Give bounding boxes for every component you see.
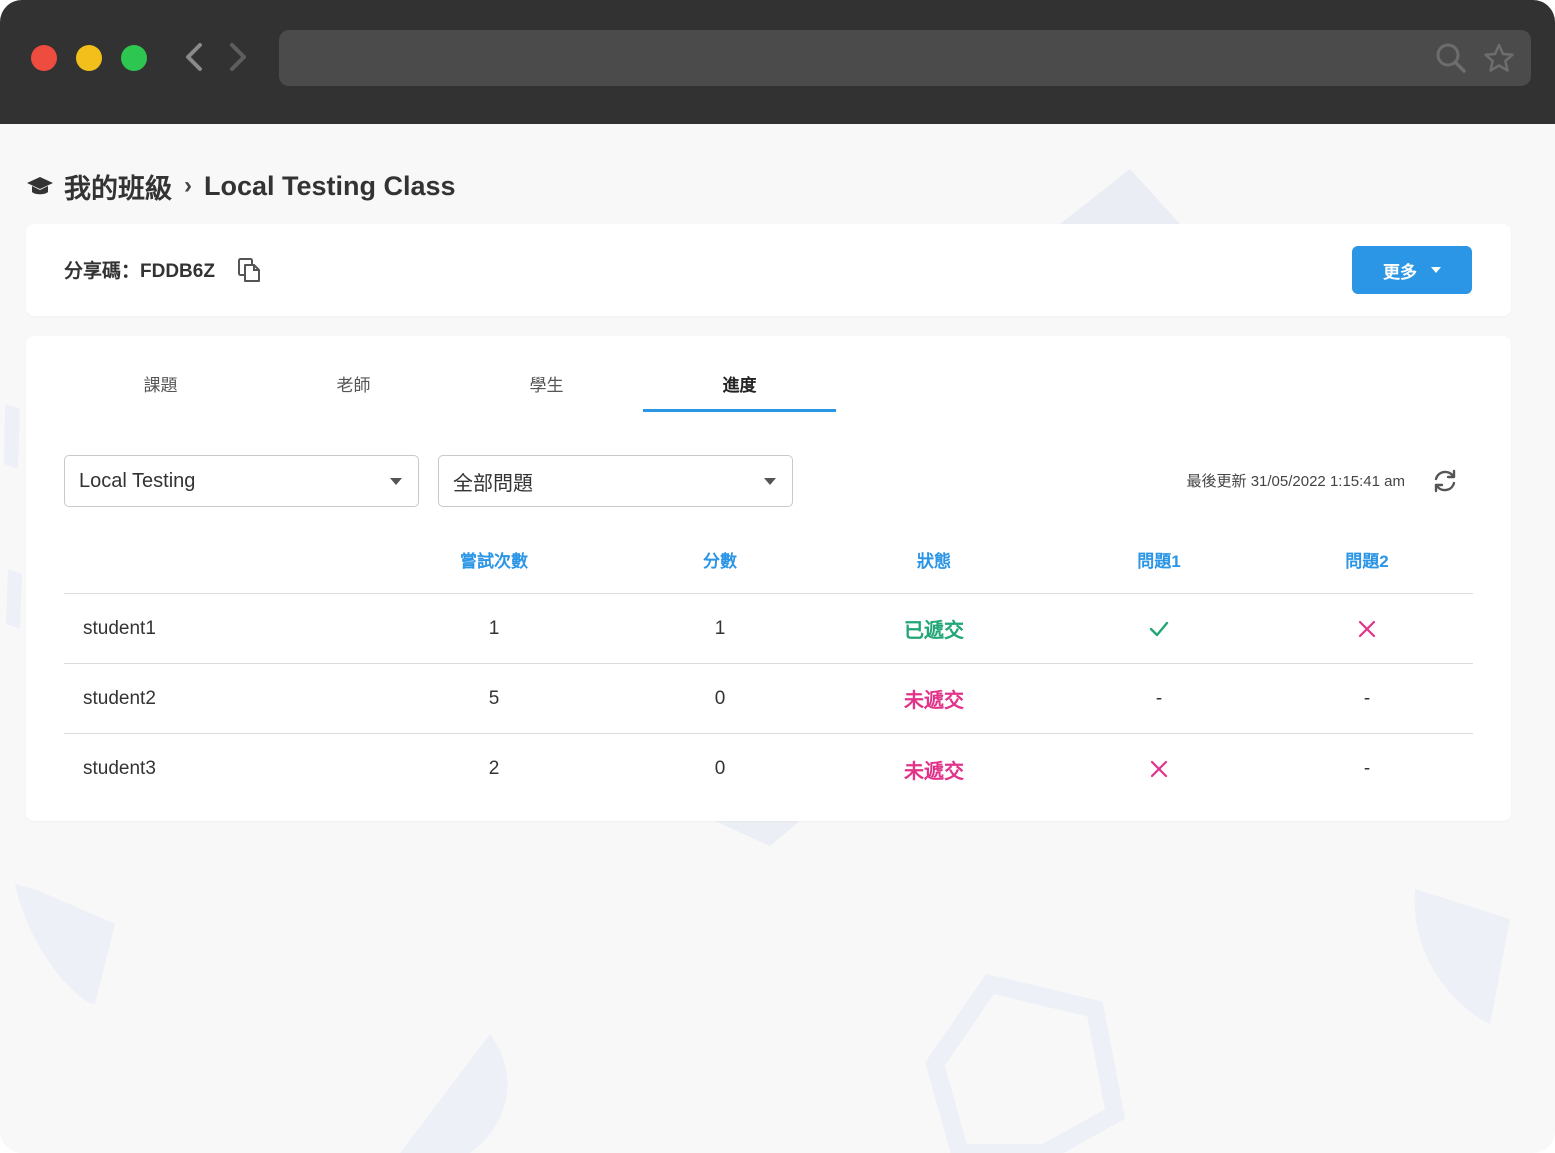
graduation-cap-icon xyxy=(27,177,53,195)
question-select[interactable]: 全部問題 xyxy=(438,455,793,507)
header-question-1[interactable]: 問題1 xyxy=(1029,547,1289,572)
question-2-result xyxy=(1289,618,1445,640)
question-1-result: - xyxy=(1155,687,1163,709)
status-badge: 未遞交 xyxy=(904,690,964,712)
table-row: student3 2 0 未遞交 - xyxy=(64,734,1473,804)
question-2-result: - xyxy=(1363,687,1371,709)
attempts-cell: 5 xyxy=(488,687,500,709)
score-cell: 1 xyxy=(714,617,726,639)
attempts-cell: 2 xyxy=(488,758,500,779)
table-row: student1 1 1 已遞交 xyxy=(64,594,1473,664)
cross-icon xyxy=(1150,760,1168,778)
question-2-result: - xyxy=(1363,758,1371,779)
progress-table: 嘗試次數 分數 狀態 問題1 問題2 student1 1 1 已遞交 stud… xyxy=(64,526,1473,804)
forward-button[interactable] xyxy=(226,40,250,74)
more-button[interactable]: 更多 xyxy=(1352,246,1472,294)
last-updated-text: 最後更新 31/05/2022 1:15:41 am xyxy=(1186,473,1405,490)
cross-icon xyxy=(1358,620,1376,637)
copy-icon[interactable] xyxy=(237,257,261,283)
topic-select[interactable]: Local Testing xyxy=(64,455,419,507)
student-name: student3 xyxy=(83,758,156,779)
chevron-left-icon xyxy=(186,43,202,71)
tab-teachers[interactable]: 老師 xyxy=(257,336,450,412)
caret-down-icon xyxy=(1431,267,1441,273)
minimize-window-button[interactable] xyxy=(76,45,102,71)
table-row: student2 5 0 未遞交 - - xyxy=(64,664,1473,734)
tab-bar: 課題 老師 學生 進度 xyxy=(64,336,836,412)
question-select-value: 全部問題 xyxy=(453,472,533,495)
caret-down-icon xyxy=(390,478,402,485)
close-window-button[interactable] xyxy=(31,45,57,71)
tab-students[interactable]: 學生 xyxy=(450,336,643,412)
score-cell: 0 xyxy=(714,687,726,709)
progress-card: 課題 老師 學生 進度 Local Testing 全部問題 最後更新 31/0… xyxy=(26,336,1511,821)
header-status[interactable]: 狀態 xyxy=(839,547,1029,572)
header-attempts[interactable]: 嘗試次數 xyxy=(387,547,601,572)
share-code-card: 分享碼：FDDB6Z 更多 xyxy=(26,224,1511,316)
status-badge: 未遞交 xyxy=(904,760,964,783)
back-button[interactable] xyxy=(182,40,206,74)
student-name: student2 xyxy=(83,687,156,709)
star-icon[interactable] xyxy=(1483,42,1515,74)
attempts-cell: 1 xyxy=(488,617,500,639)
breadcrumb-separator: › xyxy=(184,172,192,199)
tab-topics[interactable]: 課題 xyxy=(64,336,257,412)
maximize-window-button[interactable] xyxy=(121,45,147,71)
topic-select-value: Local Testing xyxy=(79,469,196,492)
check-icon xyxy=(1149,621,1169,636)
breadcrumb-current: Local Testing Class xyxy=(204,170,456,201)
breadcrumb: 我的班級 › Local Testing Class xyxy=(26,166,456,206)
status-badge: 已遞交 xyxy=(904,620,964,642)
breadcrumb-root[interactable]: 我的班級 xyxy=(64,167,172,206)
refresh-icon[interactable] xyxy=(1431,468,1459,494)
browser-toolbar xyxy=(0,0,1555,124)
student-name: student1 xyxy=(83,617,156,639)
table-header: 嘗試次數 分數 狀態 問題1 問題2 xyxy=(64,526,1473,594)
question-1-result xyxy=(1029,758,1289,780)
address-bar[interactable] xyxy=(279,30,1531,86)
caret-down-icon xyxy=(764,478,776,485)
question-1-result xyxy=(1029,618,1289,640)
score-cell: 0 xyxy=(714,758,726,779)
tab-progress[interactable]: 進度 xyxy=(643,336,836,412)
header-score[interactable]: 分數 xyxy=(601,547,839,572)
search-icon[interactable] xyxy=(1435,42,1467,74)
chevron-right-icon xyxy=(230,43,246,71)
share-code-label: 分享碼：FDDB6Z xyxy=(64,261,215,282)
header-question-2[interactable]: 問題2 xyxy=(1289,547,1445,572)
more-button-label: 更多 xyxy=(1383,262,1417,282)
browser-window: 我的班級 › Local Testing Class 分享碼：FDDB6Z 更多… xyxy=(0,0,1555,1153)
